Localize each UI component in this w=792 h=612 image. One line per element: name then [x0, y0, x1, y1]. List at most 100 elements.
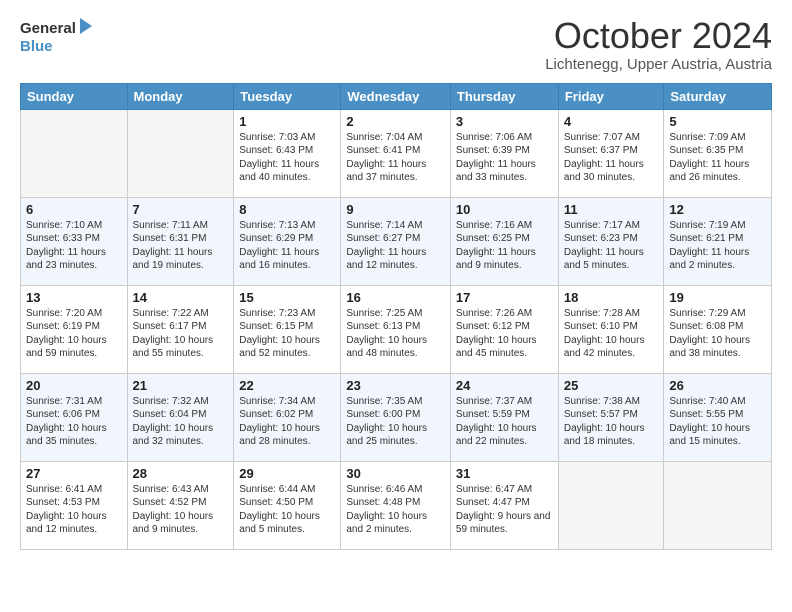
day-number: 23	[346, 378, 445, 393]
day-number: 30	[346, 466, 445, 481]
day-number: 1	[239, 114, 335, 129]
table-row	[558, 461, 664, 549]
day-info: Sunrise: 7:09 AMSunset: 6:35 PMDaylight:…	[669, 131, 766, 185]
day-number: 28	[133, 466, 229, 481]
day-info: Sunrise: 7:32 AMSunset: 6:04 PMDaylight:…	[133, 395, 229, 449]
table-row: 12Sunrise: 7:19 AMSunset: 6:21 PMDayligh…	[664, 197, 772, 285]
header-wednesday: Wednesday	[341, 83, 451, 109]
calendar-header-row: Sunday Monday Tuesday Wednesday Thursday…	[21, 83, 772, 109]
page: GeneralBlue October 2024 Lichtenegg, Upp…	[0, 0, 792, 612]
day-number: 17	[456, 290, 553, 305]
header-monday: Monday	[127, 83, 234, 109]
svg-text:Blue: Blue	[20, 38, 53, 55]
day-info: Sunrise: 7:25 AMSunset: 6:13 PMDaylight:…	[346, 307, 445, 361]
day-number: 25	[564, 378, 659, 393]
table-row: 10 Sunrise: 7:16 AMSunset: 6:25 PMDayligh…	[450, 197, 558, 285]
table-row: 1 Sunrise: 7:03 AMSunset: 6:43 PMDaylight…	[234, 109, 341, 197]
table-row: 6 Sunrise: 7:10 AMSunset: 6:33 PMDaylight…	[21, 197, 128, 285]
day-info: Sunrise: 7:40 AMSunset: 5:55 PMDaylight:…	[669, 395, 766, 449]
day-info: Sunrise: 7:14 AMSunset: 6:27 PMDaylight:…	[346, 219, 445, 273]
day-number: 9	[346, 202, 445, 217]
day-info: Sunrise: 7:03 AMSunset: 6:43 PMDaylight:…	[239, 131, 335, 185]
day-info: Sunrise: 7:04 AMSunset: 6:41 PMDaylight:…	[346, 131, 445, 185]
day-info: Sunrise: 7:34 AMSunset: 6:02 PMDaylight:…	[239, 395, 335, 449]
table-row: 19Sunrise: 7:29 AMSunset: 6:08 PMDayligh…	[664, 285, 772, 373]
day-info: Sunrise: 7:11 AMSunset: 6:31 PMDaylight:…	[133, 219, 229, 273]
table-row: 24 Sunrise: 7:37 AMSunset: 5:59 PMDayligh…	[450, 373, 558, 461]
calendar-week-2: 6 Sunrise: 7:10 AMSunset: 6:33 PMDaylight…	[21, 197, 772, 285]
table-row: 4 Sunrise: 7:07 AMSunset: 6:37 PMDaylight…	[558, 109, 664, 197]
day-number: 8	[239, 202, 335, 217]
day-info: Sunrise: 7:28 AMSunset: 6:10 PMDaylight:…	[564, 307, 659, 361]
table-row: 8Sunrise: 7:13 AMSunset: 6:29 PMDaylight…	[234, 197, 341, 285]
table-row: 14 Sunrise: 7:22 AMSunset: 6:17 PMDayligh…	[127, 285, 234, 373]
day-info: Sunrise: 7:06 AMSunset: 6:39 PMDaylight:…	[456, 131, 553, 185]
day-number: 24	[456, 378, 553, 393]
day-number: 21	[133, 378, 229, 393]
day-info: Sunrise: 7:10 AMSunset: 6:33 PMDaylight:…	[26, 219, 122, 273]
day-number: 18	[564, 290, 659, 305]
table-row: 31 Sunrise: 6:47 AMSunset: 4:47 PMDayligh…	[450, 461, 558, 549]
table-row: 16 Sunrise: 7:25 AMSunset: 6:13 PMDayligh…	[341, 285, 451, 373]
header-friday: Friday	[558, 83, 664, 109]
day-info: Sunrise: 7:22 AMSunset: 6:17 PMDaylight:…	[133, 307, 229, 361]
day-number: 10	[456, 202, 553, 217]
day-number: 7	[133, 202, 229, 217]
day-number: 4	[564, 114, 659, 129]
day-number: 20	[26, 378, 122, 393]
day-number: 11	[564, 202, 659, 217]
table-row: 23 Sunrise: 7:35 AMSunset: 6:00 PMDayligh…	[341, 373, 451, 461]
day-info: Sunrise: 6:44 AMSunset: 4:50 PMDaylight:…	[239, 483, 335, 537]
day-info: Sunrise: 7:31 AMSunset: 6:06 PMDaylight:…	[26, 395, 122, 449]
day-number: 27	[26, 466, 122, 481]
day-info: Sunrise: 6:43 AMSunset: 4:52 PMDaylight:…	[133, 483, 229, 537]
day-number: 5	[669, 114, 766, 129]
day-number: 15	[239, 290, 335, 305]
day-info: Sunrise: 7:20 AMSunset: 6:19 PMDaylight:…	[26, 307, 122, 361]
table-row: 28 Sunrise: 6:43 AMSunset: 4:52 PMDayligh…	[127, 461, 234, 549]
day-number: 16	[346, 290, 445, 305]
table-row: 26 Sunrise: 7:40 AMSunset: 5:55 PMDayligh…	[664, 373, 772, 461]
day-info: Sunrise: 6:47 AMSunset: 4:47 PMDaylight:…	[456, 483, 553, 537]
table-row: 30 Sunrise: 6:46 AMSunset: 4:48 PMDayligh…	[341, 461, 451, 549]
day-number: 26	[669, 378, 766, 393]
table-row: 5 Sunrise: 7:09 AMSunset: 6:35 PMDaylight…	[664, 109, 772, 197]
table-row: 20 Sunrise: 7:31 AMSunset: 6:06 PMDayligh…	[21, 373, 128, 461]
table-row: 25 Sunrise: 7:38 AMSunset: 5:57 PMDayligh…	[558, 373, 664, 461]
header: GeneralBlue October 2024 Lichtenegg, Upp…	[20, 16, 772, 73]
day-number: 19	[669, 290, 766, 305]
day-info: Sunrise: 7:19 AMSunset: 6:21 PMDaylight:…	[669, 219, 766, 273]
table-row: 29 Sunrise: 6:44 AMSunset: 4:50 PMDayligh…	[234, 461, 341, 549]
calendar-week-3: 13 Sunrise: 7:20 AMSunset: 6:19 PMDayligh…	[21, 285, 772, 373]
header-thursday: Thursday	[450, 83, 558, 109]
calendar-week-1: 1 Sunrise: 7:03 AMSunset: 6:43 PMDaylight…	[21, 109, 772, 197]
calendar-week-4: 20 Sunrise: 7:31 AMSunset: 6:06 PMDayligh…	[21, 373, 772, 461]
day-info: Sunrise: 7:16 AMSunset: 6:25 PMDaylight:…	[456, 219, 553, 273]
day-number: 14	[133, 290, 229, 305]
title-block: October 2024 Lichtenegg, Upper Austria, …	[545, 16, 772, 73]
day-info: Sunrise: 7:37 AMSunset: 5:59 PMDaylight:…	[456, 395, 553, 449]
day-number: 13	[26, 290, 122, 305]
day-info: Sunrise: 7:26 AMSunset: 6:12 PMDaylight:…	[456, 307, 553, 361]
location-title: Lichtenegg, Upper Austria, Austria	[545, 56, 772, 73]
table-row: 2 Sunrise: 7:04 AMSunset: 6:41 PMDaylight…	[341, 109, 451, 197]
day-info: Sunrise: 7:07 AMSunset: 6:37 PMDaylight:…	[564, 131, 659, 185]
day-info: Sunrise: 7:38 AMSunset: 5:57 PMDaylight:…	[564, 395, 659, 449]
day-info: Sunrise: 7:35 AMSunset: 6:00 PMDaylight:…	[346, 395, 445, 449]
calendar-week-5: 27Sunrise: 6:41 AMSunset: 4:53 PMDayligh…	[21, 461, 772, 549]
day-number: 31	[456, 466, 553, 481]
table-row: 3Sunrise: 7:06 AMSunset: 6:39 PMDaylight…	[450, 109, 558, 197]
day-number: 2	[346, 114, 445, 129]
calendar: Sunday Monday Tuesday Wednesday Thursday…	[20, 83, 772, 550]
day-number: 6	[26, 202, 122, 217]
table-row: 15Sunrise: 7:23 AMSunset: 6:15 PMDayligh…	[234, 285, 341, 373]
table-row: 13 Sunrise: 7:20 AMSunset: 6:19 PMDayligh…	[21, 285, 128, 373]
table-row: 27Sunrise: 6:41 AMSunset: 4:53 PMDayligh…	[21, 461, 128, 549]
day-info: Sunrise: 6:46 AMSunset: 4:48 PMDaylight:…	[346, 483, 445, 537]
table-row: 22Sunrise: 7:34 AMSunset: 6:02 PMDayligh…	[234, 373, 341, 461]
day-number: 29	[239, 466, 335, 481]
table-row	[21, 109, 128, 197]
month-title: October 2024	[545, 16, 772, 56]
table-row	[664, 461, 772, 549]
header-tuesday: Tuesday	[234, 83, 341, 109]
